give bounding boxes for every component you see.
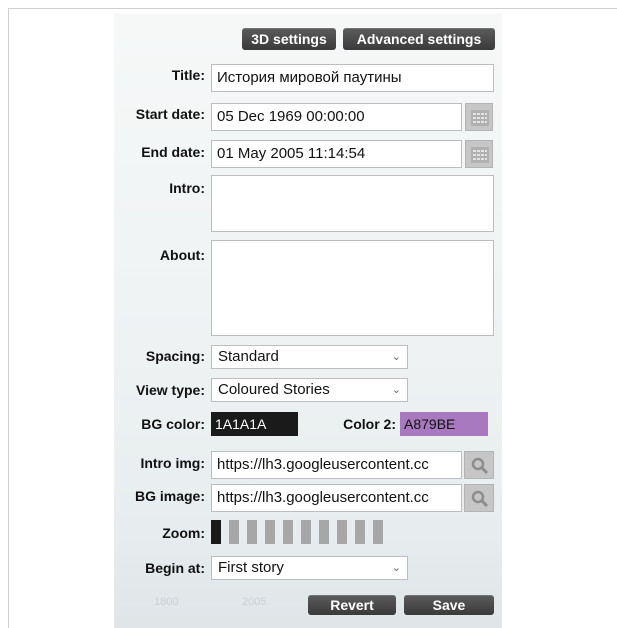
start-date-label: Start date:: [135, 106, 205, 122]
save-button[interactable]: Save: [404, 595, 494, 615]
zoom-segment[interactable]: [211, 520, 221, 544]
intro-textarea[interactable]: [211, 175, 494, 232]
3d-settings-button[interactable]: 3D settings: [242, 28, 336, 50]
bg-image-input[interactable]: https://lh3.googleusercontent.cc: [211, 484, 462, 512]
about-label: About:: [159, 247, 205, 263]
start-date-input[interactable]: 05 Dec 1969 00:00:00: [211, 103, 462, 131]
zoom-segment[interactable]: [319, 520, 329, 544]
calendar-icon: [471, 110, 489, 126]
revert-button[interactable]: Revert: [308, 595, 396, 615]
zoom-segment[interactable]: [247, 520, 257, 544]
color-2-swatch[interactable]: A879BE: [400, 412, 488, 436]
zoom-segment[interactable]: [301, 520, 311, 544]
spacing-label: Spacing:: [145, 348, 205, 364]
zoom-segment[interactable]: [229, 520, 239, 544]
spacing-select[interactable]: Standard ⌄: [211, 345, 408, 369]
timeline-tick-label: 1800: [154, 596, 179, 608]
view-type-label: View type:: [136, 382, 205, 398]
begin-at-label: Begin at:: [145, 560, 205, 576]
search-icon: [471, 490, 489, 508]
color-2-label: Color 2:: [343, 416, 396, 432]
intro-img-browse-button[interactable]: [464, 451, 494, 479]
intro-img-label: Intro img:: [140, 455, 205, 471]
zoom-segment[interactable]: [337, 520, 347, 544]
frame-top-border: [8, 8, 617, 9]
title-label: Title:: [171, 67, 205, 83]
zoom-segment[interactable]: [373, 520, 383, 544]
zoom-label: Zoom:: [162, 525, 205, 541]
bg-image-label: BG image:: [134, 488, 205, 504]
begin-at-value: First story: [218, 559, 284, 576]
zoom-segment[interactable]: [355, 520, 365, 544]
timeline-tick-label: 2005: [242, 596, 267, 608]
view-type-value: Coloured Stories: [218, 381, 330, 398]
search-icon: [471, 457, 489, 475]
frame-left-border: [8, 8, 9, 628]
end-date-label: End date:: [141, 144, 205, 160]
chevron-down-icon: ⌄: [391, 562, 401, 574]
chevron-down-icon: ⌄: [391, 351, 401, 363]
zoom-segment[interactable]: [265, 520, 275, 544]
bg-color-label: BG color:: [141, 416, 205, 432]
begin-at-select[interactable]: First story ⌄: [211, 556, 408, 580]
chevron-down-icon: ⌄: [391, 384, 401, 396]
title-input[interactable]: История мировой паутины: [211, 64, 494, 92]
end-date-input[interactable]: 01 May 2005 11:14:54: [211, 140, 462, 168]
bg-color-swatch[interactable]: 1A1A1A: [211, 412, 298, 436]
view-type-select[interactable]: Coloured Stories ⌄: [211, 378, 408, 402]
spacing-value: Standard: [218, 348, 279, 365]
calendar-icon: [471, 147, 489, 163]
intro-label: Intro:: [169, 180, 205, 196]
intro-img-input[interactable]: https://lh3.googleusercontent.cc: [211, 451, 462, 479]
bg-image-browse-button[interactable]: [464, 484, 494, 512]
start-date-calendar-button[interactable]: [465, 103, 493, 131]
advanced-settings-button[interactable]: Advanced settings: [343, 28, 495, 50]
zoom-segment[interactable]: [283, 520, 293, 544]
about-textarea[interactable]: [211, 240, 494, 336]
end-date-calendar-button[interactable]: [465, 140, 493, 168]
